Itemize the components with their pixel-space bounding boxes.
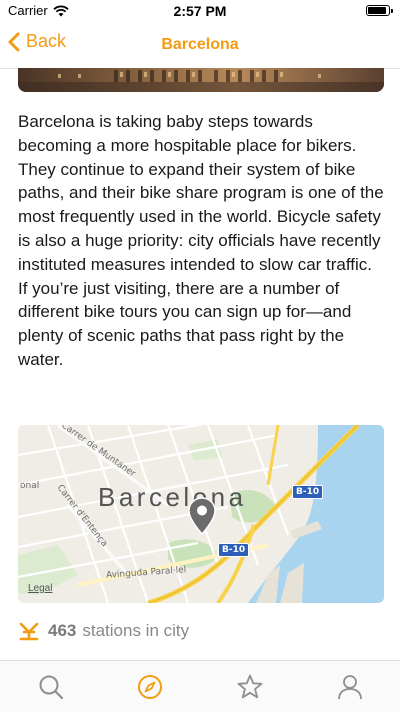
road-badge: B-10 xyxy=(292,485,324,499)
tab-search[interactable] xyxy=(37,673,65,701)
page-title: Barcelona xyxy=(161,36,239,53)
map-pin-icon[interactable] xyxy=(188,497,216,535)
compass-icon xyxy=(138,675,162,699)
bike-station-icon xyxy=(19,622,39,641)
person-icon xyxy=(338,675,362,700)
map-legal-link[interactable]: Legal xyxy=(28,583,52,594)
stations-label: stations in city xyxy=(82,621,190,640)
navigation-bar: Back Barcelona xyxy=(0,22,400,69)
city-photo xyxy=(18,68,384,92)
article-body: Barcelona is taking baby steps towards b… xyxy=(18,112,384,369)
battery-level xyxy=(368,7,386,14)
search-icon xyxy=(39,675,64,700)
map-city-label: Barcelona xyxy=(98,482,247,512)
tab-profile[interactable] xyxy=(336,673,364,701)
battery-icon xyxy=(366,5,393,16)
tab-bar xyxy=(0,660,400,712)
tab-explore[interactable] xyxy=(136,673,164,701)
map-area-label: onal xyxy=(20,481,40,491)
status-time: 2:57 PM xyxy=(173,3,227,19)
city-map[interactable]: Carrer de Muntaner Carrer d'Entença Avin… xyxy=(18,425,384,603)
tab-favorites[interactable] xyxy=(236,673,264,701)
road-badge: B-10 xyxy=(218,543,250,557)
stations-summary: 463 stations in city xyxy=(18,619,189,643)
status-bar: Carrier 2:57 PM xyxy=(0,0,400,22)
star-icon xyxy=(237,674,263,699)
stations-count: 463 xyxy=(48,621,77,640)
